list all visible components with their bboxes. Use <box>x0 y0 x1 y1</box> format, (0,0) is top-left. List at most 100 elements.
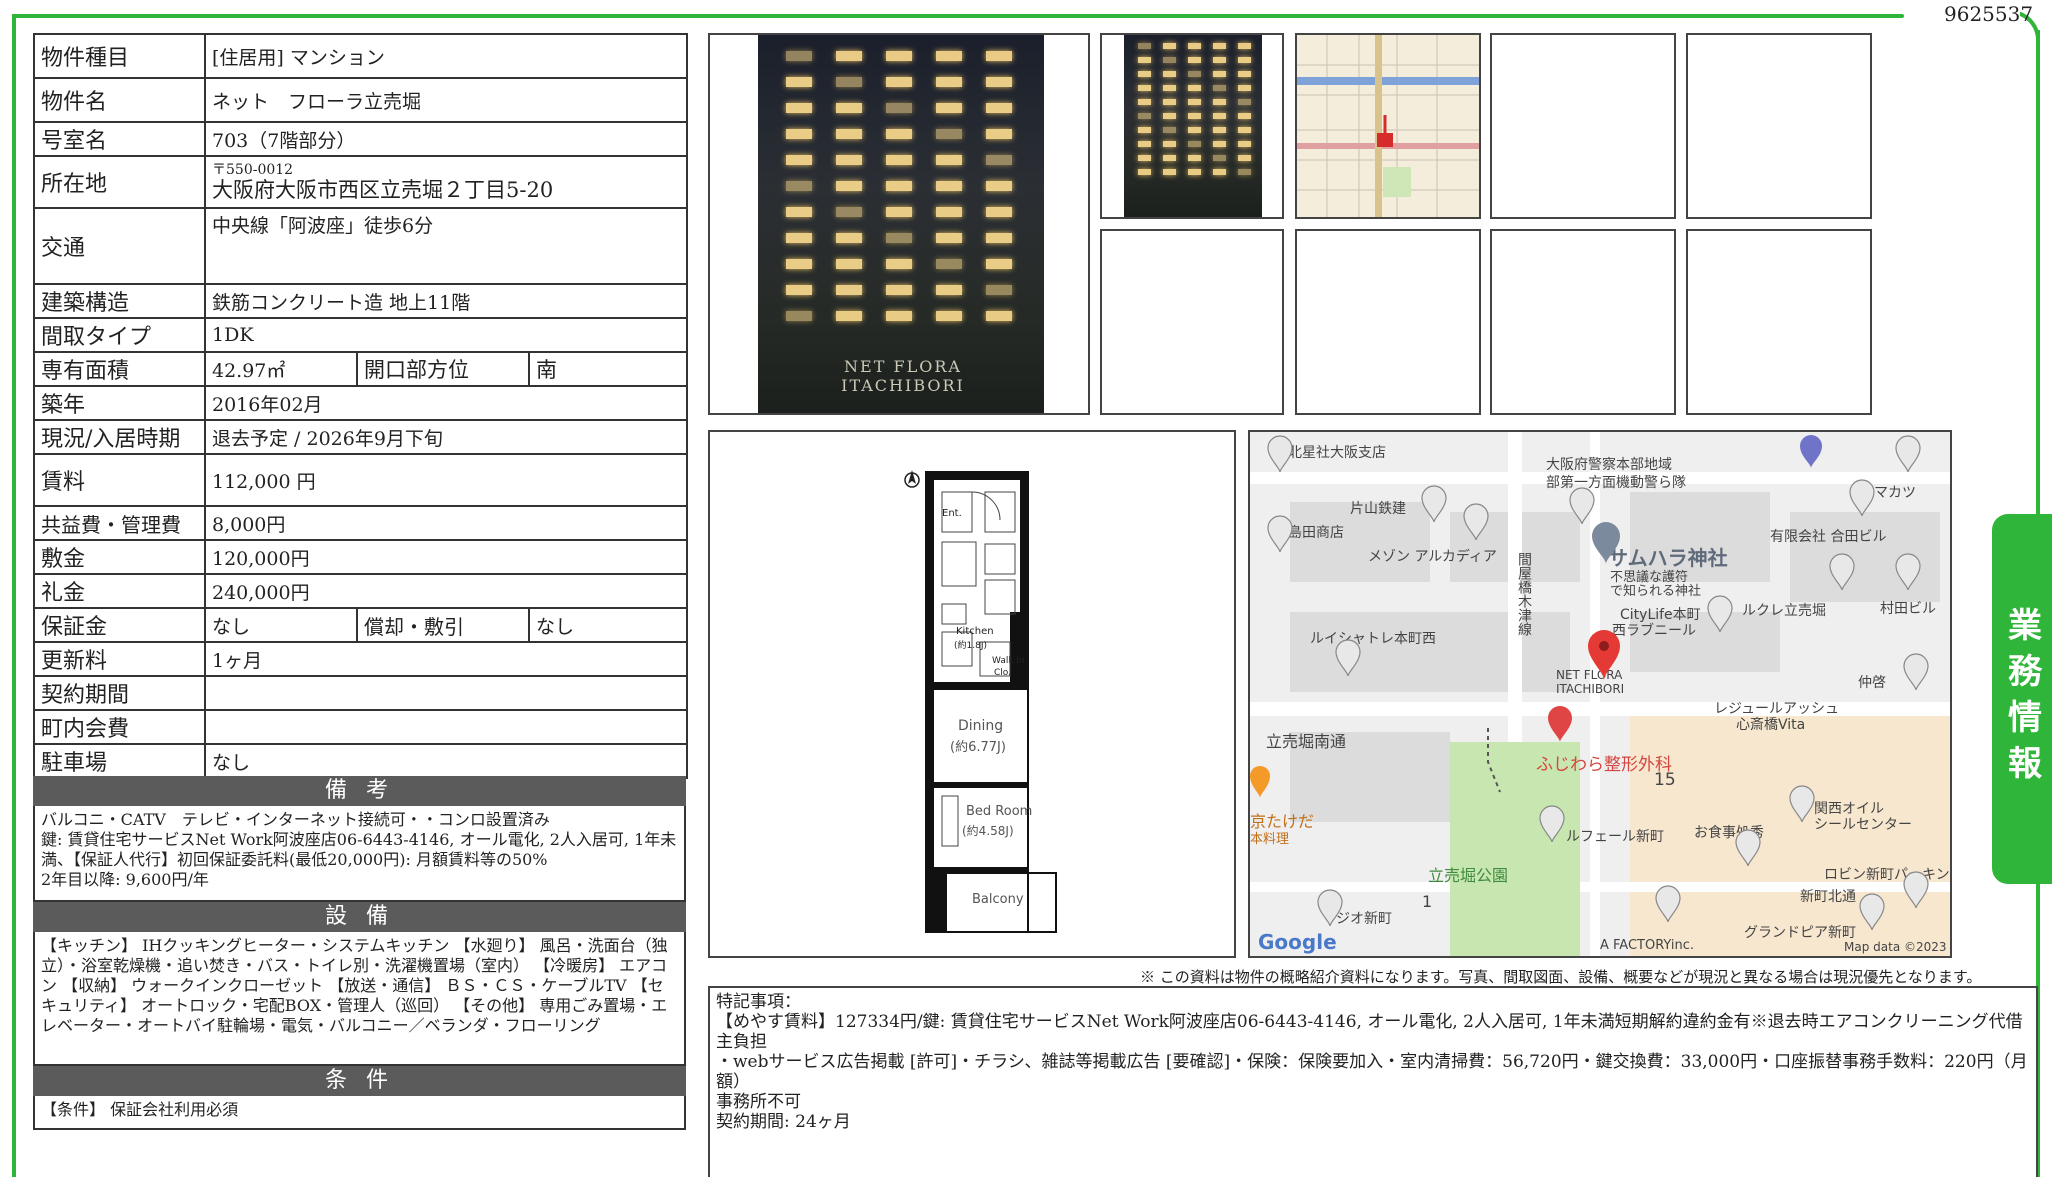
label-layout: 間取タイプ <box>33 317 206 353</box>
building-window <box>1188 99 1201 105</box>
building-window <box>836 259 862 269</box>
disclaimer-note: ※ この資料は物件の概略紹介資料になります。写真、間取図面、設備、概要などが現況… <box>1140 968 1982 986</box>
row-rent: 賃料 112,000 円 <box>33 453 689 507</box>
map-poi-pin <box>1895 553 1921 591</box>
building-window <box>836 155 862 165</box>
building-window <box>986 233 1012 243</box>
building-window <box>886 103 912 113</box>
building-window <box>886 155 912 165</box>
label-transit: 交通 <box>33 207 206 285</box>
floor-plan[interactable]: Ent. Kitchen (約1.8J) Walk in Clo. Dining… <box>708 430 1236 958</box>
value-deposit: 120,000円 <box>203 539 689 575</box>
map-poi-pin <box>1335 639 1361 677</box>
building-window <box>786 129 812 139</box>
thumbnail-empty-2[interactable] <box>1686 33 1872 219</box>
value-association <box>203 709 689 745</box>
map-markers <box>1250 435 1929 931</box>
label-deposit: 敷金 <box>33 539 206 575</box>
map-poi-pin <box>1267 435 1293 473</box>
thumbnail-map-image <box>1297 35 1479 217</box>
building-window <box>936 103 962 113</box>
building-window <box>836 129 862 139</box>
value-layout: 1DK <box>203 317 689 353</box>
building-window <box>1213 85 1226 91</box>
building-window <box>836 285 862 295</box>
row-layout: 間取タイプ 1DK <box>33 317 689 353</box>
thumbnail-empty-1[interactable] <box>1490 33 1676 219</box>
map-poi-pin <box>1569 487 1595 525</box>
remarks-line: ・webサービス広告掲載 [許可]・チラシ、雑誌等掲載広告 [要確認]・保険：保… <box>716 1052 2028 1092</box>
floor-plan-entrance: Ent. <box>942 508 962 519</box>
building-sign-line1: NET FLORA <box>844 357 962 376</box>
building-window <box>1213 57 1226 63</box>
building-window <box>986 259 1012 269</box>
location-map[interactable]: 北星社大阪支店 大阪府警察本部地域 部第一方面機動警ら隊 ヤマカツ 片山鉄建 島… <box>1248 430 1952 958</box>
thumbnail-building[interactable] <box>1100 33 1284 219</box>
thumbnail-area-map[interactable] <box>1295 33 1481 219</box>
building-window <box>986 129 1012 139</box>
building-window <box>886 259 912 269</box>
building-window <box>1238 43 1251 49</box>
building-window <box>1238 99 1251 105</box>
conditions-header: 条 件 <box>33 1066 686 1096</box>
building-window <box>936 207 962 217</box>
building-window <box>986 181 1012 191</box>
conditions-body: 【条件】 保証会社利用必須 <box>33 1096 686 1130</box>
building-window <box>1188 127 1201 133</box>
row-deposit: 敷金 120,000円 <box>33 539 689 575</box>
remarks-line: 特記事項： <box>716 992 801 1012</box>
building-window <box>1213 113 1226 119</box>
map-poi-pin <box>1903 871 1929 909</box>
building-window <box>936 77 962 87</box>
business-info-tab[interactable]: 業務情報 <box>1992 514 2052 884</box>
frame-top-border <box>14 14 1904 18</box>
value-key-money: 240,000円 <box>203 573 689 609</box>
building-window <box>1163 71 1176 77</box>
value-rent: 112,000 円 <box>203 453 689 507</box>
building-window <box>1238 127 1251 133</box>
building-window <box>1213 127 1226 133</box>
equipment-header: 設 備 <box>33 902 686 932</box>
building-window <box>1213 99 1226 105</box>
label-guarantee: 保証金 <box>33 607 206 643</box>
building-window <box>936 285 962 295</box>
building-window <box>886 285 912 295</box>
label-structure: 建築構造 <box>33 283 206 319</box>
thumbnail-empty-4[interactable] <box>1295 229 1481 415</box>
floor-plan-dining: Dining <box>958 718 1004 734</box>
business-info-tab-label: 業務情報 <box>2001 607 2042 791</box>
building-window <box>836 311 862 321</box>
building-sign: NET FLORA ITACHIBORI <box>808 357 998 395</box>
building-sign-line2: ITACHIBORI <box>841 376 965 395</box>
building-window <box>1138 99 1151 105</box>
building-window <box>1163 141 1176 147</box>
building-window <box>786 285 812 295</box>
building-window <box>986 285 1012 295</box>
map-poi-pin <box>1859 893 1885 931</box>
label-rent: 賃料 <box>33 453 206 507</box>
value-transit: 中央線「阿波座」徒歩6分 <box>203 207 689 285</box>
floor-plan-bedroom-size: (約4.58J) <box>962 824 1014 838</box>
building-window <box>986 103 1012 113</box>
building-window <box>1238 85 1251 91</box>
building-window <box>1138 155 1151 161</box>
building-window <box>1163 169 1176 175</box>
building-window <box>986 155 1012 165</box>
label-address: 所在地 <box>33 155 206 209</box>
label-area: 専有面積 <box>33 351 206 387</box>
thumbnail-empty-5[interactable] <box>1490 229 1676 415</box>
value-room: 703（7階部分） <box>203 121 689 157</box>
value-structure: 鉄筋コンクリート造 地上11階 <box>203 283 689 319</box>
label-type: 物件種目 <box>33 33 206 79</box>
thumbnail-empty-6[interactable] <box>1686 229 1872 415</box>
building-window <box>1188 113 1201 119</box>
main-building-photo[interactable]: NET FLORA ITACHIBORI <box>708 33 1090 415</box>
label-name: 物件名 <box>33 77 206 123</box>
label-contract: 契約期間 <box>33 675 206 711</box>
floor-plan-dining-size: (約6.77J) <box>950 740 1006 755</box>
row-structure: 建築構造 鉄筋コンクリート造 地上11階 <box>33 283 689 319</box>
floor-plan-kitchen-size: (約1.8J) <box>954 641 987 651</box>
label-association: 町内会費 <box>33 709 206 745</box>
building-window <box>1163 85 1176 91</box>
thumbnail-empty-3[interactable] <box>1100 229 1284 415</box>
